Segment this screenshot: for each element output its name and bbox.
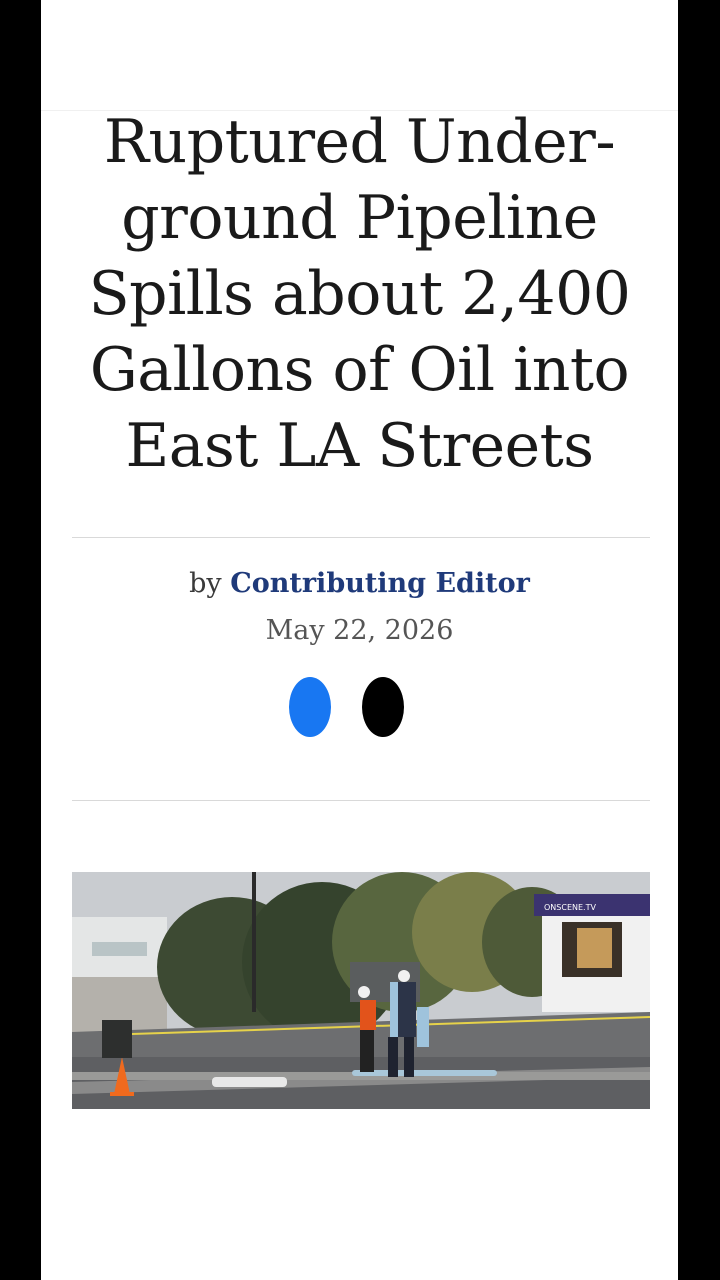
article-page: Ruptured Under-ground Pipeline Spills ab… [41, 0, 678, 1280]
x-share-button[interactable] [362, 677, 404, 737]
publish-date: May 22, 2026 [265, 615, 454, 646]
oil-spill-street-photo: ONSCENE.TV [72, 872, 650, 1109]
divider [72, 800, 650, 801]
article-photo[interactable]: ONSCENE.TV [72, 872, 650, 1109]
byline: by Contributing Editor [41, 568, 678, 599]
byline-prefix: by [189, 568, 222, 599]
author-link[interactable]: Contributing Editor [230, 568, 530, 599]
facebook-share-button[interactable] [289, 677, 331, 737]
divider [72, 537, 650, 538]
article-headline: Ruptured Under-ground Pipeline Spills ab… [88, 107, 631, 481]
photo-watermark: ONSCENE.TV [544, 903, 596, 912]
